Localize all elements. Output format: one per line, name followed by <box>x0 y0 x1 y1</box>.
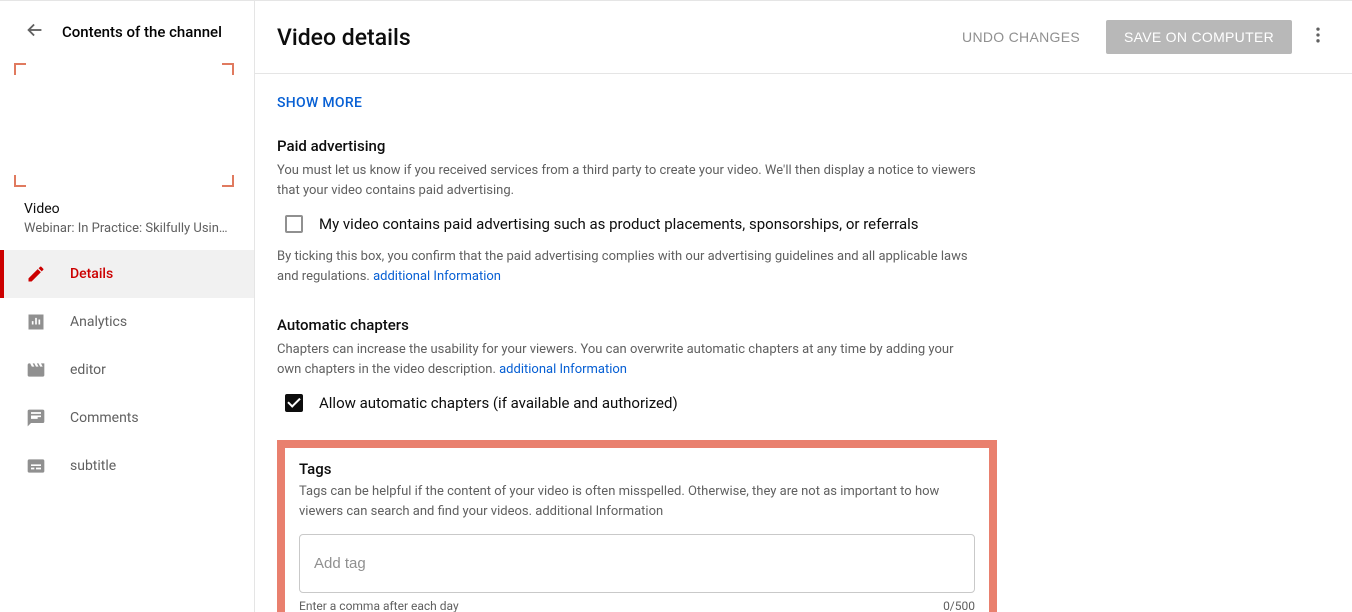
sidebar-title: Contents of the channel <box>62 23 222 41</box>
paid-advertising-info-link[interactable]: additional Information <box>373 269 501 284</box>
sidebar-item-comments[interactable]: Comments <box>0 394 254 442</box>
sidebar: Contents of the channel Video Webinar: I… <box>0 1 255 612</box>
topbar-actions: UNDO CHANGES SAVE ON COMPUTER <box>950 19 1330 55</box>
tags-heading: Tags <box>299 460 975 478</box>
tags-desc: Tags can be helpful if the content of yo… <box>299 482 975 522</box>
sidebar-nav: Details Analytics editor Comments subtit… <box>0 250 254 490</box>
sidebar-item-label: Comments <box>70 410 139 426</box>
video-thumbnail-placeholder <box>0 63 254 187</box>
automatic-chapters-checkbox[interactable] <box>285 394 303 412</box>
pencil-icon <box>24 262 48 286</box>
tags-hint: Enter a comma after each day <box>299 599 459 612</box>
tags-info-link[interactable]: additional Information <box>535 504 663 519</box>
topbar: Video details UNDO CHANGES SAVE ON COMPU… <box>255 1 1352 74</box>
analytics-icon <box>24 310 48 334</box>
subtitle-icon <box>24 454 48 478</box>
show-more-link[interactable]: SHOW MORE <box>277 95 362 111</box>
sidebar-item-label: Analytics <box>70 314 127 330</box>
sidebar-item-label: subtitle <box>70 458 116 474</box>
editor-icon <box>24 358 48 382</box>
sidebar-item-editor[interactable]: editor <box>0 346 254 394</box>
sidebar-item-label: Details <box>70 266 113 282</box>
video-name: Webinar: In Practice: Skilfully Using … <box>24 221 230 236</box>
automatic-chapters-checkbox-row: Allow automatic chapters (if available a… <box>277 394 977 412</box>
sidebar-item-analytics[interactable]: Analytics <box>0 298 254 346</box>
save-button[interactable]: SAVE ON COMPUTER <box>1106 20 1292 54</box>
automatic-chapters-checkbox-label: Allow automatic chapters (if available a… <box>319 394 678 412</box>
video-label: Video <box>24 201 230 217</box>
sidebar-item-subtitle[interactable]: subtitle <box>0 442 254 490</box>
paid-advertising-section: Paid advertising You must let us know if… <box>277 137 977 288</box>
automatic-chapters-info-link[interactable]: additional Information <box>499 362 627 377</box>
comments-icon <box>24 406 48 430</box>
back-arrow-icon[interactable] <box>24 19 46 45</box>
sidebar-header: Contents of the channel <box>0 1 254 63</box>
page-title: Video details <box>277 24 411 51</box>
paid-advertising-heading: Paid advertising <box>277 137 977 155</box>
automatic-chapters-section: Automatic chapters Chapters can increase… <box>277 316 977 412</box>
tags-counter: 0/500 <box>943 599 975 612</box>
sidebar-item-details[interactable]: Details <box>0 250 254 298</box>
automatic-chapters-heading: Automatic chapters <box>277 316 977 334</box>
sidebar-item-label: editor <box>70 362 106 378</box>
undo-changes-button[interactable]: UNDO CHANGES <box>950 21 1092 53</box>
video-meta: Video Webinar: In Practice: Skilfully Us… <box>0 201 254 250</box>
paid-advertising-checkbox[interactable] <box>285 215 303 233</box>
automatic-chapters-desc: Chapters can increase the usability for … <box>277 340 977 380</box>
content-scroll: SHOW MORE Paid advertising You must let … <box>255 74 1352 612</box>
main-content: Video details UNDO CHANGES SAVE ON COMPU… <box>255 1 1352 612</box>
tags-input[interactable] <box>299 534 975 593</box>
paid-advertising-desc: You must let us know if you received ser… <box>277 161 977 201</box>
tags-section: Tags Tags can be helpful if the content … <box>277 440 997 612</box>
paid-advertising-disclaimer: By ticking this box, you confirm that th… <box>277 247 977 287</box>
paid-advertising-checkbox-row: My video contains paid advertising such … <box>277 215 977 233</box>
more-options-icon[interactable] <box>1306 19 1330 55</box>
paid-advertising-checkbox-label: My video contains paid advertising such … <box>319 215 919 233</box>
